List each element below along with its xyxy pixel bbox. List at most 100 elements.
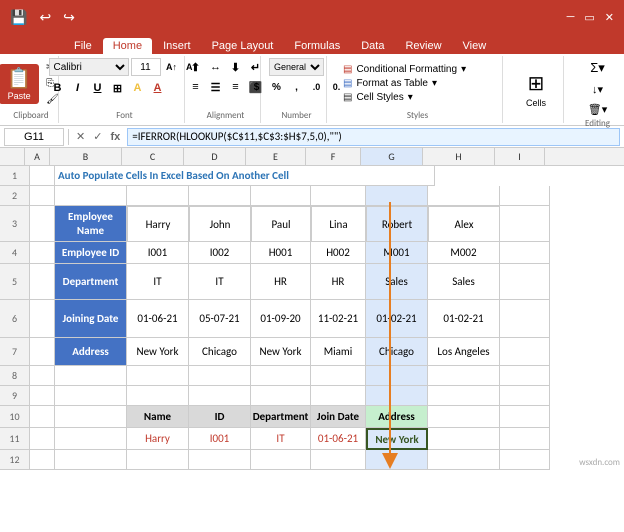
cell-f3[interactable]: Lina xyxy=(311,206,366,242)
cell-f12[interactable] xyxy=(311,450,366,470)
cell-e3[interactable]: Paul xyxy=(251,206,311,242)
col-header-c[interactable]: C xyxy=(122,148,184,165)
tab-home[interactable]: Home xyxy=(103,38,152,54)
conditional-formatting-button[interactable]: ▤ Conditional Formatting ▾ xyxy=(339,63,496,76)
cell-b2[interactable] xyxy=(55,186,127,206)
cell-styles-button[interactable]: ▤ Cell Styles ▾ xyxy=(339,91,496,104)
cell-i10[interactable] xyxy=(500,406,550,428)
paste-button[interactable]: 📋 Paste xyxy=(0,64,39,104)
redo-icon[interactable]: ↪ xyxy=(59,7,79,28)
tab-view[interactable]: View xyxy=(453,38,497,54)
cell-a8[interactable] xyxy=(30,366,55,386)
cell-d2[interactable] xyxy=(189,186,251,206)
cell-name-box[interactable] xyxy=(4,128,64,146)
cell-i5[interactable] xyxy=(500,264,550,300)
cell-d8[interactable] xyxy=(189,366,251,386)
restore-icon[interactable]: ▭ xyxy=(580,9,598,26)
save-icon[interactable]: 💾 xyxy=(6,7,31,28)
cell-f4[interactable]: H002 xyxy=(311,242,366,264)
formula-cancel-button[interactable]: ✕ xyxy=(73,129,88,144)
cell-c8[interactable] xyxy=(127,366,189,386)
cell-c10[interactable]: Name xyxy=(127,406,189,428)
align-center-button[interactable]: ☰ xyxy=(207,78,225,96)
cell-g8[interactable] xyxy=(366,366,428,386)
cell-b3[interactable]: Employee Name xyxy=(55,206,127,242)
cell-b12[interactable] xyxy=(55,450,127,470)
cell-f11[interactable]: 01-06-21 xyxy=(311,428,366,450)
cell-g12[interactable] xyxy=(366,450,428,470)
cell-d4[interactable]: I002 xyxy=(189,242,251,264)
cell-f10[interactable]: Join Date xyxy=(311,406,366,428)
cell-b9[interactable] xyxy=(55,386,127,406)
tab-file[interactable]: File xyxy=(64,38,102,54)
col-header-a[interactable]: A xyxy=(25,148,50,165)
cell-h2[interactable] xyxy=(428,186,500,206)
formula-insert-button[interactable]: fx xyxy=(107,129,123,144)
cell-f2[interactable] xyxy=(311,186,366,206)
tab-review[interactable]: Review xyxy=(395,38,451,54)
cell-a6[interactable] xyxy=(30,300,55,338)
cell-i12[interactable] xyxy=(500,450,550,470)
bold-button[interactable]: B xyxy=(49,79,67,97)
cell-h11[interactable] xyxy=(428,428,500,450)
align-top-button[interactable]: ⬆ xyxy=(187,58,205,76)
cell-h12[interactable] xyxy=(428,450,500,470)
cell-c2[interactable] xyxy=(127,186,189,206)
cell-a5[interactable] xyxy=(30,264,55,300)
cell-a4[interactable] xyxy=(30,242,55,264)
cell-e12[interactable] xyxy=(251,450,311,470)
cell-i9[interactable] xyxy=(500,386,550,406)
percent-button[interactable]: % xyxy=(268,78,286,96)
cell-f9[interactable] xyxy=(311,386,366,406)
cell-b1[interactable]: Auto Populate Cells In Excel Based On An… xyxy=(55,166,435,186)
cell-a7[interactable] xyxy=(30,338,55,366)
cell-e2[interactable] xyxy=(251,186,311,206)
cell-e6[interactable]: 01-09-20 xyxy=(251,300,311,338)
col-header-d[interactable]: D xyxy=(184,148,246,165)
border-button[interactable]: ⊞ xyxy=(109,79,127,97)
col-header-g[interactable]: G xyxy=(361,148,423,165)
col-header-e[interactable]: E xyxy=(246,148,306,165)
cell-c4[interactable]: I001 xyxy=(127,242,189,264)
align-middle-button[interactable]: ↔ xyxy=(207,58,225,76)
cell-i3[interactable] xyxy=(500,206,550,242)
cell-d5[interactable]: IT xyxy=(189,264,251,300)
cell-b4[interactable]: Employee ID xyxy=(55,242,127,264)
clear-button[interactable]: 🗑▾ xyxy=(584,101,612,118)
formula-input[interactable] xyxy=(127,128,620,146)
format-as-table-button[interactable]: ▤ Format as Table ▾ xyxy=(339,77,496,90)
cell-h9[interactable] xyxy=(428,386,500,406)
cell-a1[interactable] xyxy=(30,166,55,186)
tab-data[interactable]: Data xyxy=(351,38,394,54)
cell-e4[interactable]: H001 xyxy=(251,242,311,264)
close-icon[interactable]: ✕ xyxy=(601,9,618,26)
cell-e5[interactable]: HR xyxy=(251,264,311,300)
cell-c6[interactable]: 01-06-21 xyxy=(127,300,189,338)
cell-g3[interactable]: Robert xyxy=(366,206,428,242)
increase-decimal-button[interactable]: .0 xyxy=(308,78,326,96)
cell-d10[interactable]: ID xyxy=(189,406,251,428)
cell-g2[interactable] xyxy=(366,186,428,206)
font-color-button[interactable]: A xyxy=(149,79,167,97)
cell-g5[interactable]: Sales xyxy=(366,264,428,300)
cell-e10[interactable]: Department xyxy=(251,406,311,428)
font-size-input[interactable] xyxy=(131,58,161,76)
cell-b7[interactable]: Address xyxy=(55,338,127,366)
col-header-h[interactable]: H xyxy=(423,148,495,165)
number-format-select[interactable]: General xyxy=(269,58,324,76)
col-header-f[interactable]: F xyxy=(306,148,361,165)
align-left-button[interactable]: ≡ xyxy=(187,78,205,96)
sum-button[interactable]: Σ▾ xyxy=(586,58,609,78)
cell-g10[interactable]: Address xyxy=(366,406,428,428)
cell-i4[interactable] xyxy=(500,242,550,264)
cells-button[interactable]: ⊞ Cells xyxy=(522,67,550,112)
cell-b8[interactable] xyxy=(55,366,127,386)
cell-a2[interactable] xyxy=(30,186,55,206)
cell-h5[interactable]: Sales xyxy=(428,264,500,300)
cell-d6[interactable]: 05-07-21 xyxy=(189,300,251,338)
font-size-increase-button[interactable]: A↑ xyxy=(163,58,181,76)
cell-f7[interactable]: Miami xyxy=(311,338,366,366)
minimize-icon[interactable]: ─ xyxy=(563,9,579,26)
cell-b5[interactable]: Department xyxy=(55,264,127,300)
cell-i2[interactable] xyxy=(500,186,550,206)
